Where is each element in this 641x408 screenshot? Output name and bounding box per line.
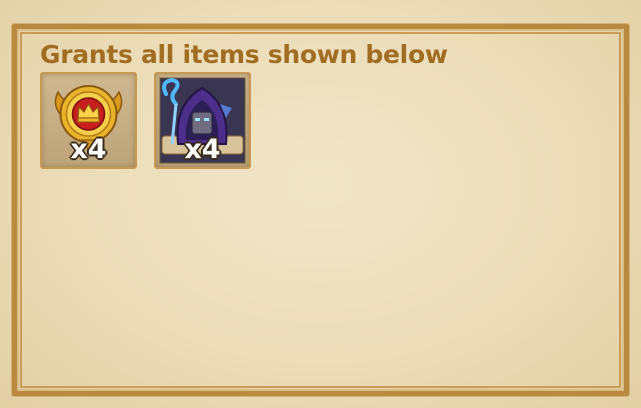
item-slot-wizard-hero[interactable]: x4 bbox=[154, 72, 251, 169]
item-quantity: x4 bbox=[184, 134, 221, 165]
item-quantity: x4 bbox=[70, 134, 107, 165]
item-slot-crown-medal[interactable]: x4 bbox=[40, 72, 137, 169]
panel-title: Grants all items shown below bbox=[40, 40, 448, 69]
